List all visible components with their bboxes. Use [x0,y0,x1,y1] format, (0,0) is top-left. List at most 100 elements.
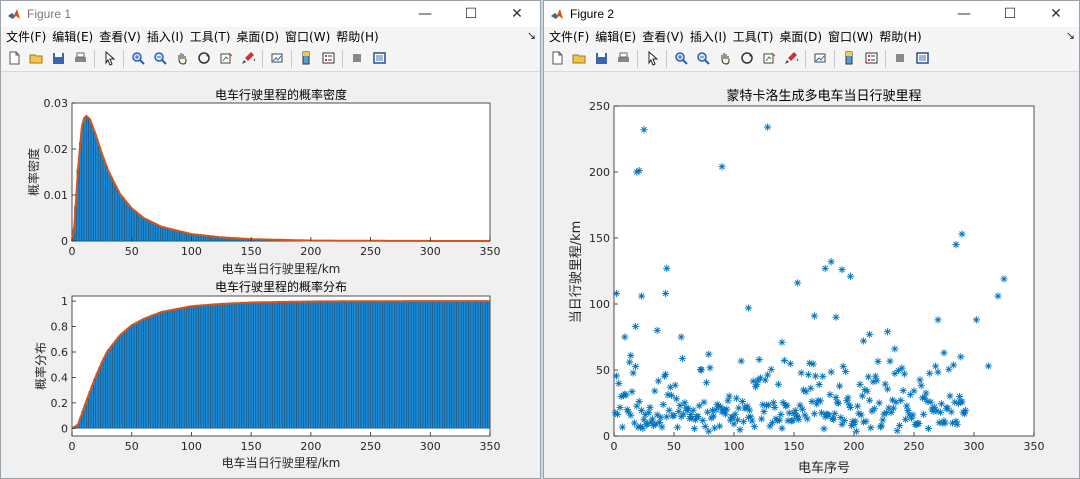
scatter-point [920,410,928,418]
save-icon[interactable] [47,48,69,70]
zoom-out-icon[interactable] [149,48,171,70]
figure2-window: Figure 2 — ☐ ✕ 文件(F) 编辑(E) 查看(V) 插入(I) 工… [543,0,1080,479]
scatter-point [860,337,868,345]
menu-desktop[interactable]: 桌面(D) [233,28,282,45]
menu-view[interactable]: 查看(V) [639,28,687,45]
menu-window[interactable]: 窗口(W) [825,28,876,45]
legend-icon[interactable] [860,48,882,70]
x-tick-label: 350 [1024,440,1045,453]
pdf-bar [100,153,104,242]
colorbar-icon[interactable] [295,48,317,70]
scatter-point [710,412,718,420]
maximize-button[interactable]: ☐ [448,1,494,27]
menu-file[interactable]: 文件(F) [3,28,49,45]
data-cursor-icon[interactable] [758,48,780,70]
hide-plot-tools-icon[interactable] [889,48,911,70]
menu-help[interactable]: 帮助(H) [333,28,381,45]
menu-file[interactable]: 文件(F) [546,28,592,45]
rotate-3d-icon[interactable] [193,48,215,70]
legend-icon[interactable] [317,48,339,70]
pointer-icon[interactable] [98,48,120,70]
scatter-point [952,241,960,249]
zoom-out-icon[interactable] [692,48,714,70]
cdf-bar [286,301,290,429]
cdf-bar [169,309,173,429]
link-plot-icon[interactable] [809,48,831,70]
colorbar-icon[interactable] [838,48,860,70]
cdf-bar [310,301,314,429]
menu-edit[interactable]: 编辑(E) [49,28,96,45]
pdf-bar [121,197,125,242]
pan-hand-icon[interactable] [171,48,193,70]
menu-help[interactable]: 帮助(H) [876,28,924,45]
scatter-point [774,380,782,388]
scatter-point [804,371,812,379]
pan-hand-icon[interactable] [714,48,736,70]
print-icon[interactable] [612,48,634,70]
cdf-bar [358,301,362,429]
menu-tools[interactable]: 工具(T) [730,28,777,45]
scatter-point [724,397,732,405]
menu-desktop[interactable]: 桌面(D) [776,28,825,45]
toolbar-separator [666,49,667,68]
menu-tools[interactable]: 工具(T) [187,28,234,45]
cdf-bar [133,323,137,429]
cdf-bar [198,305,201,429]
cdf-bar [444,300,447,429]
pointer-icon[interactable] [641,48,663,70]
pdf-bar [162,227,166,242]
brush-icon[interactable] [237,48,259,70]
new-file-icon[interactable] [3,48,25,70]
menu-edit[interactable]: 编辑(E) [592,28,639,45]
maximize-button[interactable]: ☐ [987,1,1033,27]
menu-view[interactable]: 查看(V) [96,28,144,45]
cdf-bar [126,328,130,429]
new-file-icon[interactable] [546,48,568,70]
menu-window[interactable]: 窗口(W) [282,28,333,45]
cdf-bar [477,300,481,429]
cdf-bar [143,318,147,429]
print-icon[interactable] [69,48,91,70]
show-plot-tools-icon[interactable] [911,48,933,70]
minimize-button[interactable]: — [402,1,448,27]
open-folder-icon[interactable] [25,48,47,70]
x-tick-label: 0 [69,245,76,258]
cdf-bar [112,342,115,429]
y-tick-label: 0.4 [51,371,69,384]
cdf-bar [98,367,101,429]
close-button[interactable]: ✕ [494,1,540,27]
brush-icon[interactable] [780,48,802,70]
hide-plot-tools-icon[interactable] [346,48,368,70]
minimize-button[interactable]: — [941,1,987,27]
save-icon[interactable] [590,48,612,70]
cdf-bar [346,301,350,429]
scatter-point [789,416,797,425]
zoom-in-icon[interactable] [670,48,692,70]
cdf-bar [136,321,139,429]
menu-insert[interactable]: 插入(I) [687,28,730,45]
dock-arrow-icon[interactable]: ↘ [1066,29,1075,42]
cdf-bar [279,301,283,429]
scatter-point [797,369,805,377]
open-folder-icon[interactable] [568,48,590,70]
data-cursor-icon[interactable] [215,48,237,70]
show-plot-tools-icon[interactable] [368,48,390,70]
dock-arrow-icon[interactable]: ↘ [527,29,536,42]
cdf-bar [298,301,302,429]
scatter-point [612,372,620,380]
cdf-bar [365,301,369,429]
figure1-titlebar[interactable]: Figure 1 — ☐ ✕ [1,1,540,27]
zoom-in-icon[interactable] [127,48,149,70]
figure2-plot: 0 50 100 150 200 250 300 350 0 50 100 150 200 250 蒙特… [569,88,1045,476]
scatter-point [862,417,870,425]
cdf-bar [203,304,206,429]
rotate-3d-icon[interactable] [736,48,758,70]
menu-insert[interactable]: 插入(I) [144,28,187,45]
figure2-titlebar[interactable]: Figure 2 — ☐ ✕ [544,1,1079,27]
menu-bar: 文件(F) 编辑(E) 查看(V) 插入(I) 工具(T) 桌面(D) 窗口(W… [544,27,1079,46]
cdf-bar [110,345,113,429]
link-plot-icon[interactable] [266,48,288,70]
close-button[interactable]: ✕ [1033,1,1079,27]
scatter-point [638,292,646,300]
cdf-bar [274,301,278,429]
